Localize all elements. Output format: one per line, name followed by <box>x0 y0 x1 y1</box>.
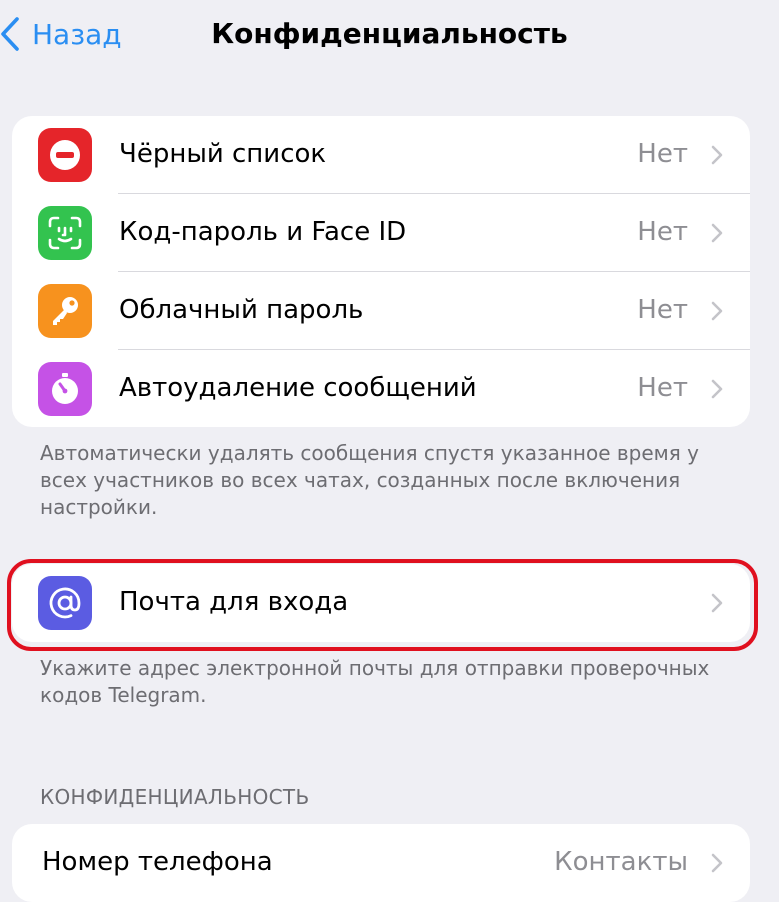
security-settings-group: Чёрный список Нет Код-пароль и Face ID Н… <box>12 116 750 427</box>
list-item-login-email[interactable]: Почта для входа <box>12 564 750 642</box>
list-item-value: Контакты <box>554 847 688 877</box>
chevron-right-icon <box>711 145 723 165</box>
chevron-right-icon <box>711 223 723 243</box>
list-item-value: Нет <box>637 217 688 247</box>
chevron-right-icon <box>711 593 723 613</box>
list-item-passcode-face-id[interactable]: Код-пароль и Face ID Нет <box>12 194 750 272</box>
navigation-bar: Назад Конфиденциальность <box>0 0 779 70</box>
list-item-blocked-users[interactable]: Чёрный список Нет <box>12 116 750 194</box>
list-item-label: Чёрный список <box>119 139 327 169</box>
face-id-icon <box>38 206 92 260</box>
key-icon <box>38 284 92 338</box>
auto-delete-footer: Автоматически удалять сообщения спустя у… <box>40 441 699 519</box>
page-title: Конфиденциальность <box>211 17 568 50</box>
timer-icon <box>38 362 92 416</box>
list-item-value: Нет <box>637 373 688 403</box>
list-item-value: Нет <box>637 139 688 169</box>
blocked-icon <box>38 128 92 182</box>
privacy-group: Номер телефона Контакты <box>12 824 750 902</box>
list-item-label: Почта для входа <box>119 587 349 617</box>
list-item-value: Нет <box>637 295 688 325</box>
at-sign-icon <box>38 576 92 630</box>
chevron-right-icon <box>711 301 723 321</box>
chevron-right-icon <box>711 853 723 873</box>
list-item-label: Облачный пароль <box>119 295 364 325</box>
list-item-label: Код-пароль и Face ID <box>119 217 407 247</box>
section-header-privacy: КОНФИДЕНЦИАЛЬНОСТЬ <box>40 785 310 809</box>
list-item-label: Автоудаление сообщений <box>119 373 477 403</box>
list-item-phone-number[interactable]: Номер телефона Контакты <box>12 824 750 902</box>
login-email-footer: Укажите адрес электронной почты для отпр… <box>40 656 710 707</box>
list-item-cloud-password[interactable]: Облачный пароль Нет <box>12 272 750 350</box>
list-item-label: Номер телефона <box>42 847 273 877</box>
chevron-right-icon <box>711 379 723 399</box>
login-email-group: Почта для входа <box>12 564 750 642</box>
list-item-auto-delete[interactable]: Автоудаление сообщений Нет <box>12 350 750 427</box>
